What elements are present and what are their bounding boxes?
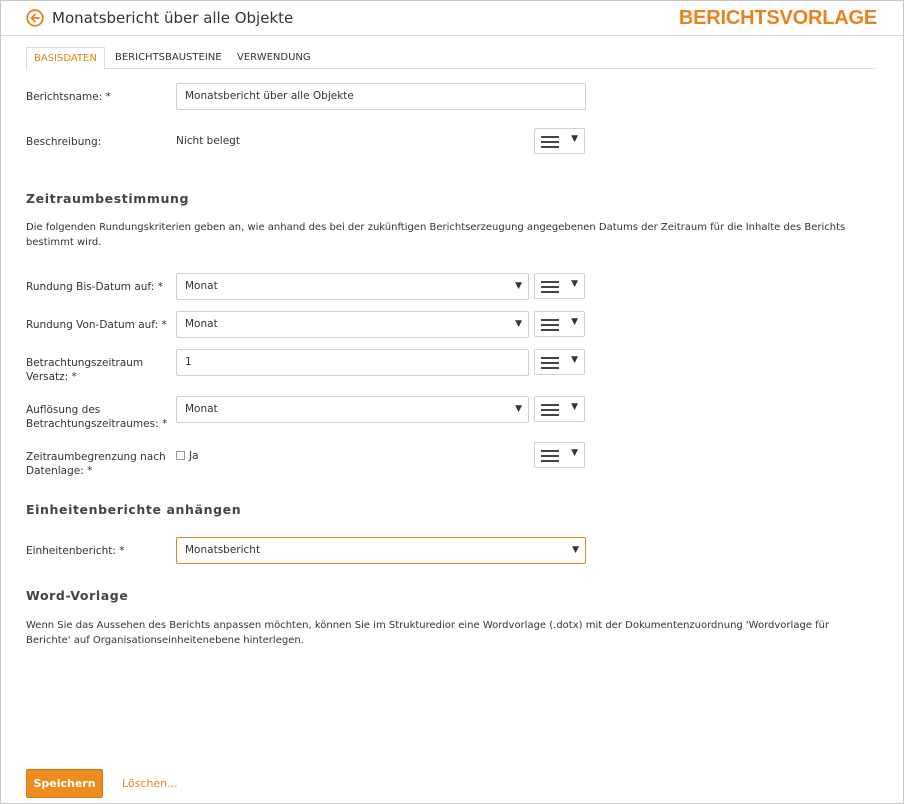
caret-down-icon: ▼ (515, 319, 522, 329)
delete-link[interactable]: Löschen... (122, 777, 178, 790)
versatz-input[interactable]: 1 (176, 349, 529, 376)
save-button[interactable]: Speichern (26, 769, 103, 798)
aufloesung-menu-button[interactable]: ▼ (534, 396, 585, 422)
section-heading-zeitraum: Zeitraumbestimmung (26, 191, 190, 206)
tab-berichtsbausteine[interactable]: BERICHTSBAUSTEINE (108, 47, 229, 69)
section-heading-einheiten: Einheitenberichte anhängen (26, 502, 242, 517)
aufloesung-select[interactable]: Monat ▼ (176, 396, 529, 423)
beschreibung-label: Beschreibung: (26, 136, 102, 148)
versatz-label: Betrachtungszeitraum Versatz: * (26, 357, 144, 383)
begrenzung-checkbox[interactable] (176, 451, 185, 460)
caret-down-icon: ▼ (515, 281, 522, 291)
caret-down-icon: ▼ (515, 404, 522, 414)
einheitenbericht-select[interactable]: Monatsbericht ▼ (176, 537, 586, 564)
berichtsname-input[interactable]: Monatsbericht über alle Objekte (176, 83, 586, 110)
rundung-von-select[interactable]: Monat ▼ (176, 311, 529, 338)
begrenzung-menu-button[interactable]: ▼ (534, 442, 585, 468)
caret-down-icon: ▼ (571, 279, 578, 289)
versatz-menu-button[interactable]: ▼ (534, 349, 585, 375)
caret-down-icon: ▼ (571, 402, 578, 412)
rundung-von-value: Monat (185, 318, 218, 330)
tab-verwendung[interactable]: VERWENDUNG (230, 47, 318, 69)
beschreibung-value: Nicht belegt (176, 135, 240, 147)
brand-label: BERICHTSVORLAGE (678, 7, 877, 29)
rundung-von-label: Rundung Von-Datum auf: * (26, 319, 167, 331)
caret-down-icon: ▼ (572, 545, 579, 555)
hamburger-menu-icon (541, 450, 559, 462)
tab-bar: BASISDATEN BERICHTSBAUSTEINE VERWENDUNG (26, 47, 876, 70)
berichtsname-label: Berichtsname: * (26, 91, 111, 103)
caret-down-icon: ▼ (571, 448, 578, 458)
header-bar: Monatsbericht über alle Objekte BERICHTS… (1, 1, 903, 36)
word-description: Wenn Sie das Aussehen des Berichts anpas… (26, 620, 830, 646)
zeitraum-description: Die folgenden Rundungskriterien geben an… (26, 222, 846, 248)
tab-basisdaten[interactable]: BASISDATEN (26, 47, 105, 70)
rundung-bis-select[interactable]: Monat ▼ (176, 273, 529, 300)
einheitenbericht-label: Einheitenbericht: * (26, 545, 125, 557)
caret-down-icon: ▼ (571, 134, 578, 144)
rundung-bis-label: Rundung Bis-Datum auf: * (26, 281, 163, 293)
caret-down-icon: ▼ (571, 355, 578, 365)
rundung-bis-menu-button[interactable]: ▼ (534, 273, 585, 299)
page-title: Monatsbericht über alle Objekte (52, 9, 294, 27)
rundung-von-menu-button[interactable]: ▼ (534, 311, 585, 337)
einheitenbericht-value: Monatsbericht (185, 544, 261, 556)
hamburger-menu-icon (541, 357, 559, 369)
hamburger-menu-icon (541, 319, 559, 331)
hamburger-menu-icon (541, 136, 559, 148)
beschreibung-menu-button[interactable]: ▼ (534, 128, 585, 154)
rundung-bis-value: Monat (185, 280, 218, 292)
caret-down-icon: ▼ (571, 317, 578, 327)
section-heading-word: Word-Vorlage (26, 588, 129, 603)
hamburger-menu-icon (541, 281, 559, 293)
back-arrow-icon[interactable] (26, 9, 44, 27)
aufloesung-label: Auflösung des Betrachtungszeitraumes: * (26, 404, 168, 430)
begrenzung-checkbox-label: Ja (189, 450, 199, 462)
hamburger-menu-icon (541, 404, 559, 416)
begrenzung-label: Zeitraumbegrenzung nach Datenlage: * (26, 451, 166, 477)
aufloesung-value: Monat (185, 403, 218, 415)
